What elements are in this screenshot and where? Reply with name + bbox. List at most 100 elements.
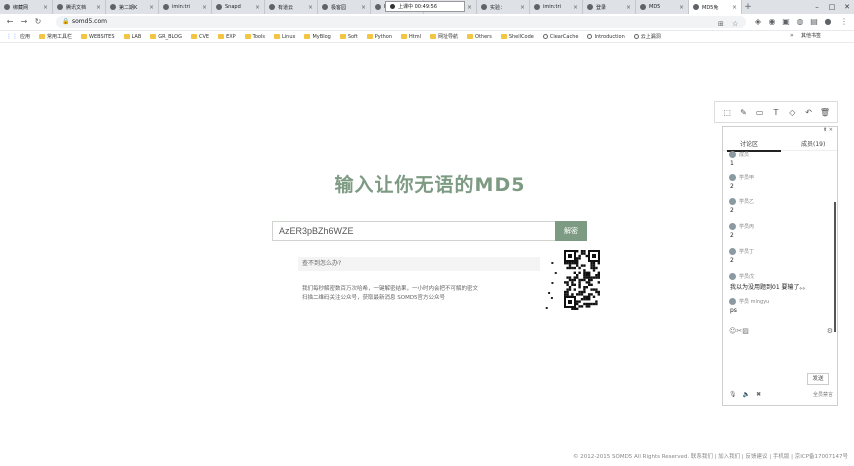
send-button[interactable]: 发送 <box>807 373 829 385</box>
browser-tab[interactable]: MD5免 × <box>689 0 742 14</box>
browser-tab[interactable]: 第二期K × <box>106 0 159 14</box>
bookmark-item[interactable]: Soft <box>339 34 358 40</box>
tab-members[interactable]: 成员(19) <box>801 139 825 148</box>
bookmarks-more-icon[interactable]: » <box>790 32 794 39</box>
bookmark-item[interactable]: Introduction <box>587 34 625 40</box>
bookmark-item[interactable]: Html <box>401 34 421 40</box>
bookmark-item[interactable]: ClearCache <box>542 34 578 40</box>
page-title: 输入让你无语的MD5 <box>334 174 526 196</box>
reload-icon[interactable]: ↻ <box>32 16 44 28</box>
tab-close-icon[interactable]: × <box>361 4 366 11</box>
bookmark-item[interactable]: MyBlog <box>304 34 331 40</box>
browser-tab[interactable]: MD5 × <box>636 0 689 14</box>
text-icon[interactable]: T <box>771 108 781 117</box>
translate-icon[interactable]: ⊞ <box>718 18 724 30</box>
decrypt-button[interactable]: 解密 <box>555 221 587 241</box>
panel-close-icon[interactable]: × <box>829 127 833 133</box>
browser-tab[interactable]: 实验： × <box>477 0 530 14</box>
tab-close-icon[interactable]: × <box>732 4 737 11</box>
folder-icon <box>304 34 311 39</box>
tab-close-icon[interactable]: × <box>255 4 260 11</box>
bookmark-label: GR_BLOG <box>158 33 182 40</box>
bookmark-item[interactable]: GR_BLOG <box>150 34 182 40</box>
browser-tab[interactable]: imin:tri × <box>159 0 212 14</box>
tab-close-icon[interactable]: × <box>96 4 101 11</box>
bookmark-item[interactable]: 常用工具栏 <box>39 33 72 40</box>
extension-icon[interactable]: ◍ <box>794 16 806 28</box>
menu-icon[interactable]: ⋮ <box>838 16 850 28</box>
browser-tab[interactable]: 有道云 × <box>265 0 318 14</box>
pen-icon[interactable]: ✎ <box>738 108 748 117</box>
tab-close-icon[interactable]: × <box>573 4 578 11</box>
omnibox[interactable]: 🔒 somd5.com ⊞ ☆ <box>56 16 746 28</box>
mic-icon[interactable]: 🎙 <box>729 391 737 398</box>
extension-icon[interactable]: ▤ <box>808 16 820 28</box>
tab-close-icon[interactable]: × <box>202 4 207 11</box>
emoji-icon[interactable]: ☺ <box>729 327 736 335</box>
bookmark-item[interactable]: 云上漏洞 <box>633 33 661 40</box>
tab-label: 腾讯文档 <box>66 4 87 11</box>
tab-discussion[interactable]: 讨论区 <box>740 139 758 148</box>
tab-close-icon[interactable]: × <box>679 4 684 11</box>
message-text: 2 <box>730 207 734 214</box>
message-text: 2 <box>730 183 734 190</box>
tab-close-icon[interactable]: × <box>467 4 472 11</box>
bookmark-item[interactable]: ShellCode <box>500 34 534 40</box>
speaker-icon[interactable]: 🔈 <box>743 391 750 398</box>
tab-label: 登录 <box>596 4 607 11</box>
page-footer: © 2012-2015 SOMD5 All Rights Reserved. 联… <box>573 454 848 460</box>
bookmark-item[interactable]: CVE <box>190 34 209 40</box>
mute-icon[interactable]: ✖ <box>756 391 761 398</box>
favicon-icon <box>640 4 646 10</box>
extension-icon[interactable]: ◉ <box>766 16 778 28</box>
bookmark-item[interactable]: WEBSITES <box>81 34 115 40</box>
browser-tab[interactable]: Snapd × <box>212 0 265 14</box>
maximize-icon[interactable]: □ <box>825 0 839 14</box>
folder-icon <box>123 34 130 39</box>
tab-close-icon[interactable]: × <box>149 4 154 11</box>
bookmark-item[interactable]: EXP <box>218 34 236 40</box>
close-window-icon[interactable]: ✕ <box>840 0 854 14</box>
bookmark-item[interactable]: 网址导航 <box>430 33 458 40</box>
highlighter-icon[interactable]: ◇ <box>787 108 797 117</box>
browser-tab[interactable]: 极客园 × <box>318 0 371 14</box>
delete-icon[interactable]: 🗑 <box>820 108 830 117</box>
tab-close-icon[interactable]: × <box>520 4 525 11</box>
bookmark-star-icon[interactable]: ☆ <box>732 18 738 30</box>
bookmark-item[interactable]: ⋮⋮ 应用 <box>6 33 30 40</box>
other-bookmarks[interactable]: 其他书签 <box>801 32 821 39</box>
extension-icon[interactable]: ◈ <box>752 16 764 28</box>
favicon-icon <box>163 4 169 10</box>
new-tab-icon[interactable]: + <box>742 0 754 14</box>
select-icon[interactable]: ⬚ <box>722 108 732 117</box>
image-icon[interactable]: ▨ <box>742 327 749 335</box>
mute-all-label: 全员禁言 <box>812 392 833 398</box>
tab-label: MD5 <box>649 4 661 10</box>
hash-input[interactable] <box>272 221 555 241</box>
profile-icon[interactable]: ● <box>822 16 834 28</box>
bookmark-item[interactable]: Linux <box>274 34 295 40</box>
url-text[interactable]: somd5.com <box>72 17 107 27</box>
pin-icon[interactable]: ⬆ <box>823 127 827 133</box>
bookmark-item[interactable]: Python <box>366 34 392 40</box>
browser-tab[interactable]: 登录 × <box>583 0 636 14</box>
browser-tab[interactable]: imin:tri × <box>530 0 583 14</box>
back-icon[interactable]: ← <box>4 16 16 28</box>
tab-close-icon[interactable]: × <box>308 4 313 11</box>
bookmark-item[interactable]: Others <box>467 34 492 40</box>
forward-icon[interactable]: → <box>18 16 30 28</box>
browser-tab[interactable]: 绑藏网 × <box>0 0 53 14</box>
folder-icon <box>366 34 373 39</box>
recording-indicator[interactable]: 上课中 00:49:56 <box>385 1 465 12</box>
undo-icon[interactable]: ↶ <box>804 108 814 117</box>
bookmark-item[interactable]: LAB <box>123 34 141 40</box>
settings-icon[interactable]: ⚙ <box>827 327 833 335</box>
extension-icon[interactable]: ▣ <box>780 16 792 28</box>
panel-scrollbar[interactable] <box>834 202 836 332</box>
tab-close-icon[interactable]: × <box>626 4 631 11</box>
bookmark-item[interactable]: Tools <box>244 34 265 40</box>
minimize-icon[interactable]: – <box>810 0 824 14</box>
rect-icon[interactable]: ▭ <box>755 108 765 117</box>
tab-close-icon[interactable]: × <box>43 4 48 11</box>
browser-tab[interactable]: 腾讯文档 × <box>53 0 106 14</box>
